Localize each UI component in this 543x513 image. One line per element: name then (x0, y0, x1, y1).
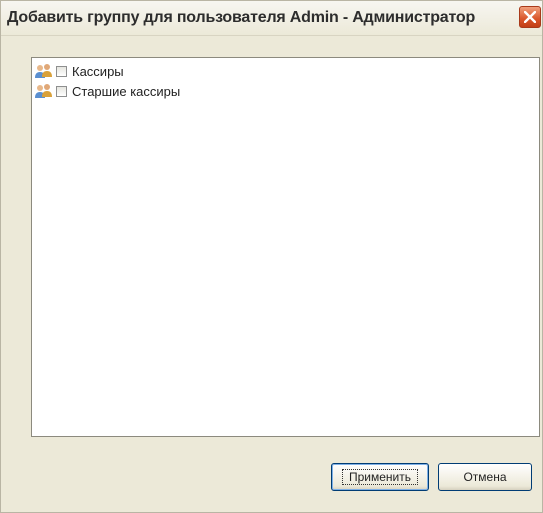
cancel-button[interactable]: Отмена (438, 463, 532, 491)
cancel-button-label: Отмена (463, 470, 507, 484)
group-list[interactable]: Кассиры Старшие кассиры (31, 57, 540, 437)
apply-button-label: Применить (341, 469, 418, 485)
add-group-dialog: Добавить группу для пользователя Admin -… (0, 0, 543, 513)
senior-cashiers-checkbox[interactable] (56, 85, 67, 97)
close-icon (524, 11, 536, 23)
users-group-icon (34, 63, 54, 79)
title-bar[interactable]: Добавить группу для пользователя Admin -… (1, 1, 542, 36)
dialog-title: Добавить группу для пользователя Admin -… (7, 9, 476, 26)
group-label: Кассиры (72, 63, 124, 79)
apply-button[interactable]: Применить (331, 463, 429, 491)
users-group-icon (34, 83, 54, 99)
list-item-senior-cashiers[interactable]: Старшие кассиры (34, 82, 180, 100)
group-label: Старшие кассиры (72, 83, 181, 99)
close-button[interactable] (519, 6, 541, 28)
cashiers-checkbox[interactable] (56, 65, 67, 77)
list-item-cashiers[interactable]: Кассиры (34, 62, 124, 80)
